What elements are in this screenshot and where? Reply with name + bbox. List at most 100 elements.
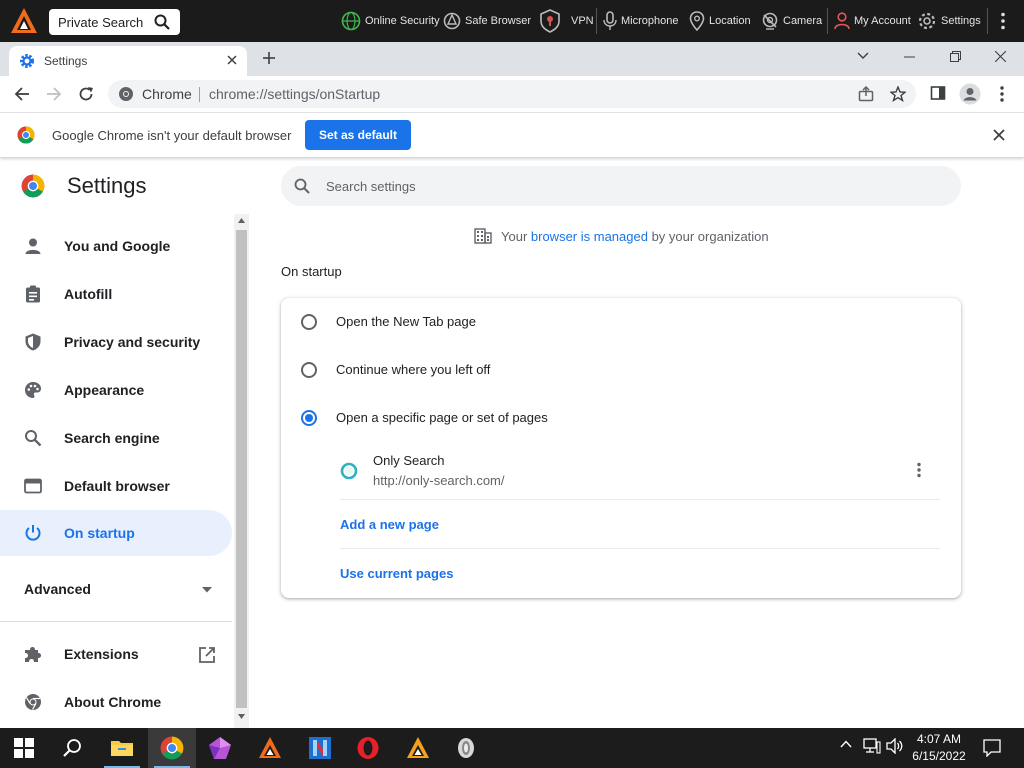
sidebar-item-about-chrome[interactable]: About Chrome — [0, 679, 232, 725]
scroll-up-arrow-icon[interactable] — [238, 218, 245, 223]
online-security-button[interactable]: Online Security — [341, 0, 440, 42]
use-current-pages-link[interactable]: Use current pages — [340, 566, 453, 581]
url-text[interactable]: chrome://settings/onStartup — [209, 86, 380, 102]
person-icon — [25, 238, 41, 254]
search-settings-input[interactable] — [326, 177, 926, 195]
sidebar-item-label: About Chrome — [64, 694, 162, 710]
share-icon[interactable] — [858, 86, 874, 102]
speaker-volume-icon[interactable] — [886, 738, 904, 754]
location-pin-icon — [689, 11, 705, 31]
add-new-page-link[interactable]: Add a new page — [340, 517, 439, 532]
taskbar-avast-app[interactable] — [246, 728, 294, 768]
taskbar-avast-secure[interactable] — [394, 728, 442, 768]
folder-icon — [111, 741, 133, 756]
toolbar-separator — [596, 8, 597, 34]
forward-arrow-icon[interactable] — [46, 86, 62, 102]
safe-browser-button[interactable]: Safe Browser — [443, 0, 531, 42]
scrollbar-thumb[interactable] — [236, 230, 247, 708]
start-button[interactable] — [0, 728, 48, 768]
globe-shield-icon — [341, 11, 361, 31]
bookmark-star-icon[interactable] — [890, 86, 906, 102]
toolbar-more-icon[interactable] — [1000, 12, 1006, 30]
startup-option-label: Continue where you left off — [336, 362, 491, 377]
location-button[interactable]: Location — [689, 0, 751, 42]
white-shield-app-icon — [458, 738, 474, 758]
taskbar-chrome[interactable] — [148, 728, 196, 768]
sidebar-item-appearance[interactable]: Appearance — [0, 367, 232, 413]
clock-date: 6/15/2022 — [912, 749, 966, 763]
network-icon[interactable] — [863, 738, 881, 754]
system-clock[interactable]: 4:07 AM 6/15/2022 — [906, 731, 972, 765]
card-divider — [340, 548, 940, 549]
expand-arrow-icon[interactable] — [202, 587, 212, 593]
new-tab-plus-icon[interactable] — [261, 50, 277, 66]
radio-button[interactable] — [301, 314, 317, 330]
chrome-outline-icon — [25, 694, 41, 710]
taskbar-shield-app[interactable] — [442, 728, 490, 768]
chrome-menu-icon[interactable] — [999, 86, 1005, 102]
sidebar-item-on-startup[interactable]: On startup — [0, 510, 232, 556]
orange-triangle-app-icon — [407, 737, 429, 758]
settings-gear-favicon-icon — [20, 54, 34, 68]
search-icon[interactable] — [154, 14, 170, 30]
open-in-new-icon[interactable] — [198, 646, 216, 664]
orange-triangle-app-icon — [259, 737, 281, 758]
back-arrow-icon[interactable] — [14, 86, 30, 102]
infobar-close-icon[interactable] — [993, 129, 1005, 141]
puzzle-piece-icon — [25, 647, 41, 662]
startup-option-continue[interactable]: Continue where you left off — [281, 346, 961, 394]
sidebar-scrollbar[interactable] — [234, 214, 249, 728]
show-hidden-icons-chevron-icon[interactable] — [840, 740, 852, 748]
toolbar-separator — [987, 8, 988, 34]
microphone-button[interactable]: Microphone — [603, 0, 678, 42]
taskbar-opera[interactable] — [344, 728, 392, 768]
tab-search-chevron-icon[interactable] — [857, 52, 869, 60]
sidebar-advanced[interactable]: Advanced — [24, 581, 91, 597]
private-search-input[interactable] — [58, 13, 144, 31]
restore-icon[interactable] — [950, 51, 961, 62]
shield-icon — [25, 333, 41, 351]
radio-button-selected[interactable] — [301, 410, 317, 426]
taskbar-gem-app[interactable] — [196, 728, 244, 768]
more-actions-icon[interactable] — [916, 462, 922, 478]
tab-settings[interactable]: Settings — [9, 46, 247, 76]
sidebar-item-search-engine[interactable]: Search engine — [0, 415, 232, 461]
taskbar-n-app[interactable] — [296, 728, 344, 768]
search-icon — [294, 178, 310, 194]
scroll-down-arrow-icon[interactable] — [238, 714, 245, 719]
power-icon — [25, 525, 41, 541]
microphone-label: Microphone — [621, 15, 679, 27]
minimize-icon[interactable] — [904, 56, 915, 58]
sidebar-item-you-and-google[interactable]: You and Google — [0, 223, 232, 269]
chrome-logo-icon — [17, 126, 35, 144]
omnibox[interactable]: Chrome chrome://settings/onStartup — [108, 80, 916, 108]
vpn-button[interactable]: VPN — [539, 0, 594, 42]
app-logo-icon[interactable] — [9, 6, 39, 36]
camera-button[interactable]: Camera — [761, 0, 822, 42]
notifications-icon[interactable] — [983, 739, 1001, 757]
browser-managed-link[interactable]: browser is managed — [531, 229, 648, 244]
building-icon — [474, 228, 492, 244]
profile-avatar-icon[interactable] — [959, 83, 981, 105]
taskbar-file-explorer[interactable] — [98, 728, 146, 768]
taskbar-search-button[interactable] — [48, 728, 96, 768]
my-account-button[interactable]: My Account — [834, 0, 911, 42]
tab-strip: Settings — [0, 42, 1024, 76]
startup-option-new-tab[interactable]: Open the New Tab page — [281, 298, 961, 346]
sidebar-item-label: Autofill — [64, 286, 113, 302]
window-close-icon[interactable] — [995, 51, 1006, 62]
online-security-label: Online Security — [365, 15, 440, 27]
sidebar-item-privacy-and-security[interactable]: Privacy and security — [0, 319, 232, 365]
radio-button[interactable] — [301, 362, 317, 378]
omnibox-divider — [199, 87, 200, 102]
windows-taskbar: 4:07 AM 6/15/2022 — [0, 728, 1024, 768]
tab-close-icon[interactable] — [226, 54, 238, 66]
reload-icon[interactable] — [78, 86, 94, 102]
sidebar-item-default-browser[interactable]: Default browser — [0, 463, 232, 509]
side-panel-icon[interactable] — [930, 85, 946, 101]
set-as-default-button[interactable]: Set as default — [305, 120, 411, 150]
toolbar-settings-button[interactable]: Settings — [917, 0, 981, 42]
safe-browser-label: Safe Browser — [465, 15, 532, 27]
startup-option-specific-pages[interactable]: Open a specific page or set of pages — [281, 394, 961, 442]
sidebar-item-autofill[interactable]: Autofill — [0, 271, 232, 317]
